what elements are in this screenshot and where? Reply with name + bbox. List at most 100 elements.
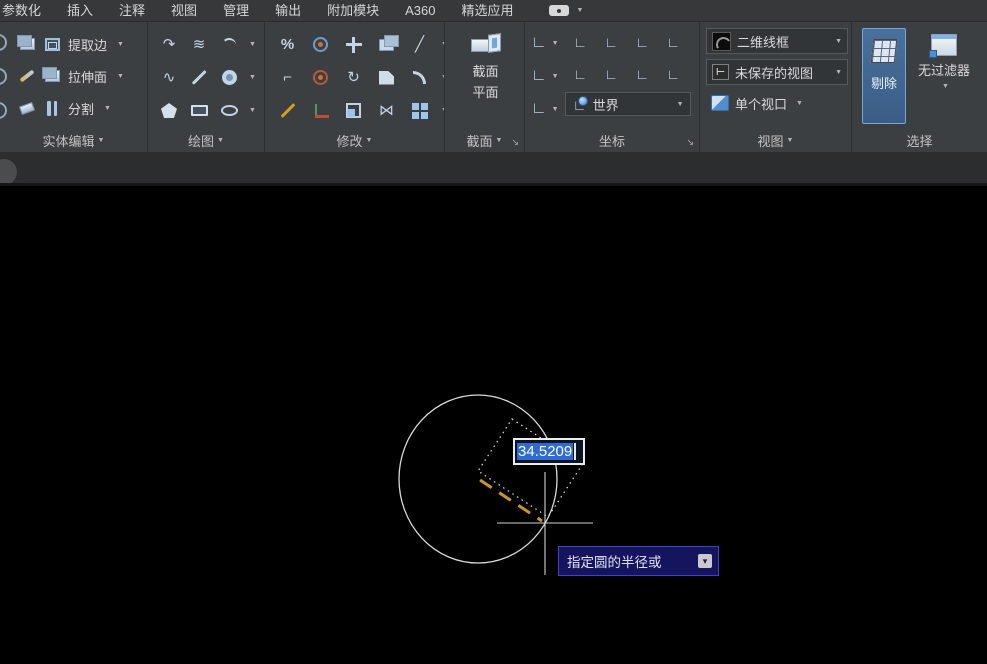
panel-expander-icon[interactable]: ↘ (511, 137, 519, 148)
panel-label-view[interactable]: 视图 ▼ (700, 128, 851, 152)
chevron-down-icon[interactable]: ▼ (249, 107, 256, 114)
line-icon[interactable] (190, 69, 208, 87)
chevron-down-icon[interactable]: ▼ (104, 105, 111, 112)
chevron-down-icon[interactable]: ▼ (835, 38, 842, 45)
chamfer-icon[interactable] (378, 69, 396, 87)
dynamic-input-outline (478, 419, 582, 517)
ucs-view-button[interactable]: ∟ (666, 35, 680, 49)
ucs-origin-button[interactable]: ∟ ▼ (531, 96, 559, 122)
extrude-faces-button[interactable]: 拉伸面 ▼ (18, 61, 143, 91)
extract-edges-button[interactable]: 提取边 ▼ (18, 29, 143, 59)
fillet-edge-icon[interactable] (18, 67, 36, 85)
selection-filter-dropdown[interactable]: 无过滤器 ▼ (918, 28, 970, 128)
dynamic-input-value: 34.5209 (517, 443, 573, 460)
panel-solid-editing: 提取边 ▼ 拉伸面 ▼ 分割 ▼ (0, 22, 148, 152)
union-icon[interactable] (18, 35, 36, 53)
prompt-options-icon[interactable]: ▾ (698, 554, 712, 568)
ucs-previous-button[interactable]: ∟ ▼ (531, 63, 559, 89)
panel-label-coordinates[interactable]: 坐标 ↘ (525, 128, 699, 152)
copy-icon[interactable] (378, 36, 396, 54)
ucs-named-dropdown[interactable]: ∟ 世界 ▼ (565, 92, 691, 116)
chevron-down-icon[interactable]: ▼ (552, 73, 559, 80)
panel-label-solid-editing[interactable]: 实体编辑 ▼ (0, 128, 147, 152)
erase-icon[interactable] (279, 102, 297, 120)
ellipse-icon[interactable] (220, 102, 238, 120)
menu-item-output[interactable]: 输出 (262, 0, 314, 22)
world-ucs-icon: ∟ (572, 96, 588, 112)
arc-icon[interactable] (220, 36, 238, 54)
shell-icon[interactable] (18, 99, 36, 117)
scale-reference-icon[interactable] (312, 69, 330, 87)
circle-icon[interactable] (220, 69, 238, 87)
panel-expander-icon[interactable]: ↘ (686, 137, 694, 148)
chevron-down-icon[interactable]: ▼ (552, 40, 559, 47)
radius-rubber-band (480, 480, 542, 521)
chevron-down-icon[interactable]: ▼ (835, 69, 842, 76)
ucs-x-button[interactable]: ∟ (573, 67, 587, 81)
polygon-icon[interactable] (160, 102, 178, 120)
viewport-icon (711, 95, 729, 111)
align-icon[interactable] (312, 102, 330, 120)
culling-toggle-button[interactable]: 剔除 (862, 28, 906, 124)
visual-style-dropdown[interactable]: 二维线框 ▼ (706, 28, 848, 54)
menu-item-parametric[interactable]: 参数化 (0, 0, 54, 22)
chevron-down-icon: ▼ (217, 137, 224, 144)
chevron-down-icon[interactable]: ▼ (117, 41, 124, 48)
menu-item-insert[interactable]: 插入 (54, 0, 106, 22)
array-icon[interactable] (411, 102, 429, 120)
panel-label-section[interactable]: 截面 ▼ ↘ (445, 128, 524, 152)
culling-icon (871, 39, 898, 63)
extract-edges-icon (43, 35, 61, 53)
revcloud-icon[interactable]: ≋ (190, 36, 208, 54)
dynamic-input-field[interactable]: 34.5209 (513, 438, 585, 465)
ucs-face-button[interactable]: ∟ (635, 35, 649, 49)
ucs-zaxis-button[interactable]: ∟ (666, 67, 680, 81)
panel-view: 二维线框 ▼ ⊢ 未保存的视图 ▼ 单个视口 ▼ 视图 (700, 22, 852, 152)
stretch-icon[interactable]: ⌐ (279, 69, 297, 87)
chevron-down-icon[interactable]: ▼ (942, 83, 949, 90)
drawing-tab-stub[interactable] (0, 159, 17, 185)
menu-item-addins[interactable]: 附加模块 (314, 0, 392, 22)
chevron-down-icon[interactable]: ▼ (249, 74, 256, 81)
chevron-down-icon[interactable]: ▼ (249, 41, 256, 48)
rotate-icon[interactable]: ↻ (345, 69, 363, 87)
separate-button[interactable]: 分割 ▼ (18, 93, 143, 123)
break-icon[interactable]: ╱ (411, 36, 429, 54)
ucs-y-button[interactable]: ∟ (604, 67, 618, 81)
chevron-down-icon[interactable]: ▼ (677, 101, 684, 108)
move-icon[interactable] (345, 36, 363, 54)
chevron-down-icon[interactable]: ▼ (552, 106, 559, 113)
viewport-config-button[interactable]: 单个视口 ▼ (706, 90, 847, 116)
mirror-icon[interactable]: ⋈ (378, 102, 396, 120)
ucs-icon-button[interactable]: ∟ ▼ (531, 30, 559, 56)
ribbon-display-toggle[interactable]: ▼ (549, 5, 584, 16)
trim-icon[interactable]: % (279, 36, 297, 54)
rectangle-icon[interactable] (190, 102, 208, 120)
scale-icon[interactable] (345, 102, 363, 120)
menu-item-annotate[interactable]: 注释 (106, 0, 158, 22)
text-caret (574, 443, 576, 460)
ucs-z-button[interactable]: ∟ (635, 67, 649, 81)
ucs-object-button[interactable]: ∟ (604, 35, 618, 49)
panel-coordinates: ∟ ▼ ∟ ▼ ∟ ▼ ∟ (525, 22, 700, 152)
panel-draw: ↷ ≋ ▼ ∿ ▼ ▼ 绘图 ▼ (148, 22, 265, 152)
panel-label-modify[interactable]: 修改 ▼ (265, 128, 444, 152)
named-view-dropdown[interactable]: ⊢ 未保存的视图 ▼ (706, 59, 848, 85)
drawing-area[interactable]: 34.5209 指定圆的半径或 ▾ (0, 186, 987, 664)
section-plane-button[interactable]: 截面 平面 (451, 26, 520, 128)
offset-icon[interactable] (312, 36, 330, 54)
panel-label-draw[interactable]: 绘图 ▼ (148, 128, 264, 152)
chevron-down-icon: ▼ (787, 137, 794, 144)
ucs-world-button[interactable]: ∟ (573, 35, 587, 49)
menu-item-a360[interactable]: A360 (392, 0, 448, 22)
spline-icon[interactable]: ∿ (160, 69, 178, 87)
fillet-icon[interactable] (411, 69, 429, 87)
menu-item-manage[interactable]: 管理 (210, 0, 262, 22)
menu-item-view[interactable]: 视图 (158, 0, 210, 22)
chevron-down-icon[interactable]: ▼ (577, 7, 584, 14)
menu-item-featured-apps[interactable]: 精选应用 (448, 0, 526, 22)
polyline-icon[interactable]: ↷ (160, 36, 178, 54)
chevron-down-icon[interactable]: ▼ (796, 100, 803, 107)
extrude-faces-icon (43, 67, 61, 85)
chevron-down-icon[interactable]: ▼ (117, 73, 124, 80)
